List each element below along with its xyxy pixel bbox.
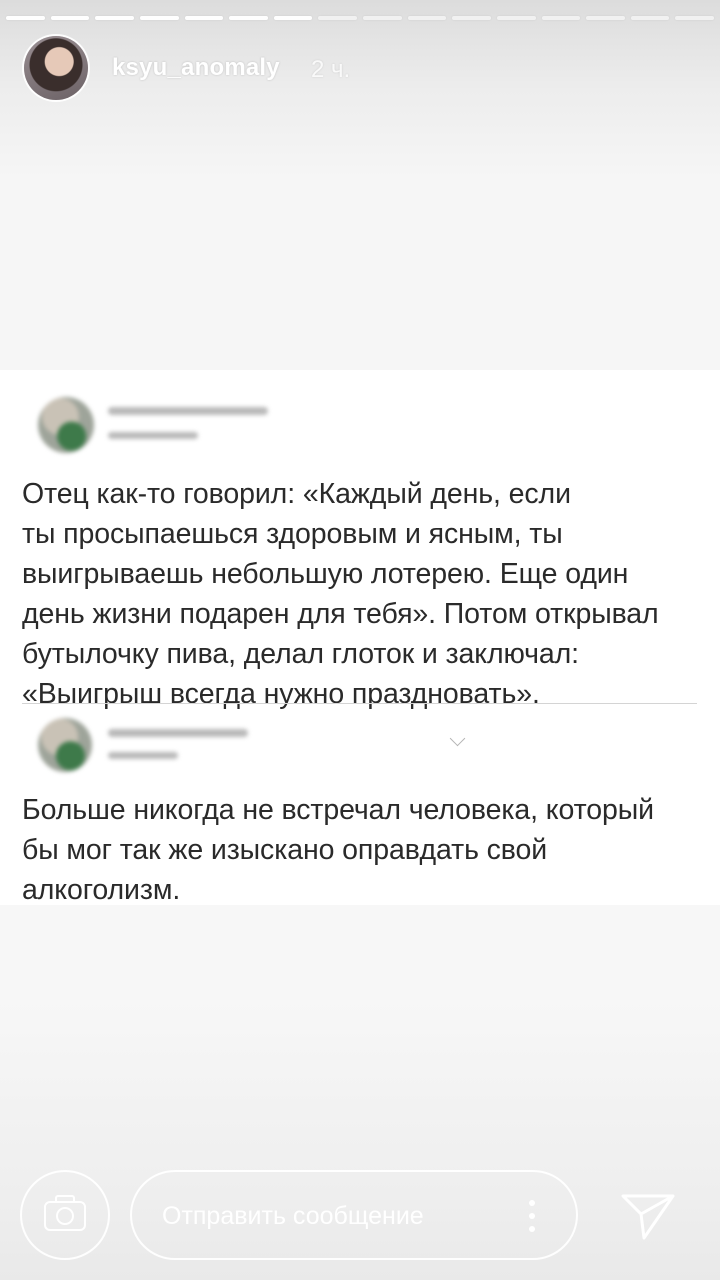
message-input[interactable]: Отправить сообщение bbox=[130, 1170, 578, 1260]
story-progress-segment bbox=[630, 16, 670, 20]
story-progress-segment bbox=[184, 16, 224, 20]
divider bbox=[22, 703, 697, 704]
avatar[interactable] bbox=[24, 36, 88, 100]
story-progress-segment bbox=[675, 16, 714, 20]
story-progress-segment bbox=[50, 16, 90, 20]
more-vertical-icon[interactable] bbox=[529, 1200, 537, 1234]
story-progress-segment bbox=[541, 16, 581, 20]
story-progress-segment bbox=[229, 16, 268, 20]
post-time: 2 ч. bbox=[311, 56, 351, 83]
paper-plane-icon bbox=[621, 1194, 675, 1240]
blurred-handle bbox=[108, 752, 178, 759]
story-progress-segment bbox=[273, 16, 313, 20]
blurred-name bbox=[108, 729, 248, 737]
camera-button[interactable] bbox=[20, 1170, 110, 1260]
story-progress-segment bbox=[452, 16, 491, 20]
story-progress-segment bbox=[318, 16, 357, 20]
send-button[interactable] bbox=[618, 1190, 678, 1242]
story-progress-segment bbox=[363, 16, 402, 20]
story-progress-segment bbox=[139, 16, 179, 20]
message-placeholder: Отправить сообщение bbox=[162, 1202, 424, 1230]
story-progress-segment bbox=[95, 16, 134, 20]
tweet-text: Отец как-то говорил: «Каждый день, если … bbox=[22, 478, 659, 710]
story-progress-segment bbox=[407, 16, 447, 20]
story-progress bbox=[0, 16, 720, 20]
story-progress-segment bbox=[6, 16, 45, 20]
blurred-name bbox=[108, 407, 268, 415]
reply-text: Больше никогда не встречал человека, кот… bbox=[22, 794, 654, 906]
story-progress-segment bbox=[496, 16, 536, 20]
blurred-handle bbox=[108, 432, 198, 439]
username[interactable]: ksyu_anomaly bbox=[112, 54, 280, 82]
story-progress-segment bbox=[586, 16, 625, 20]
blurred-avatar bbox=[38, 718, 92, 772]
blurred-avatar bbox=[38, 397, 94, 453]
